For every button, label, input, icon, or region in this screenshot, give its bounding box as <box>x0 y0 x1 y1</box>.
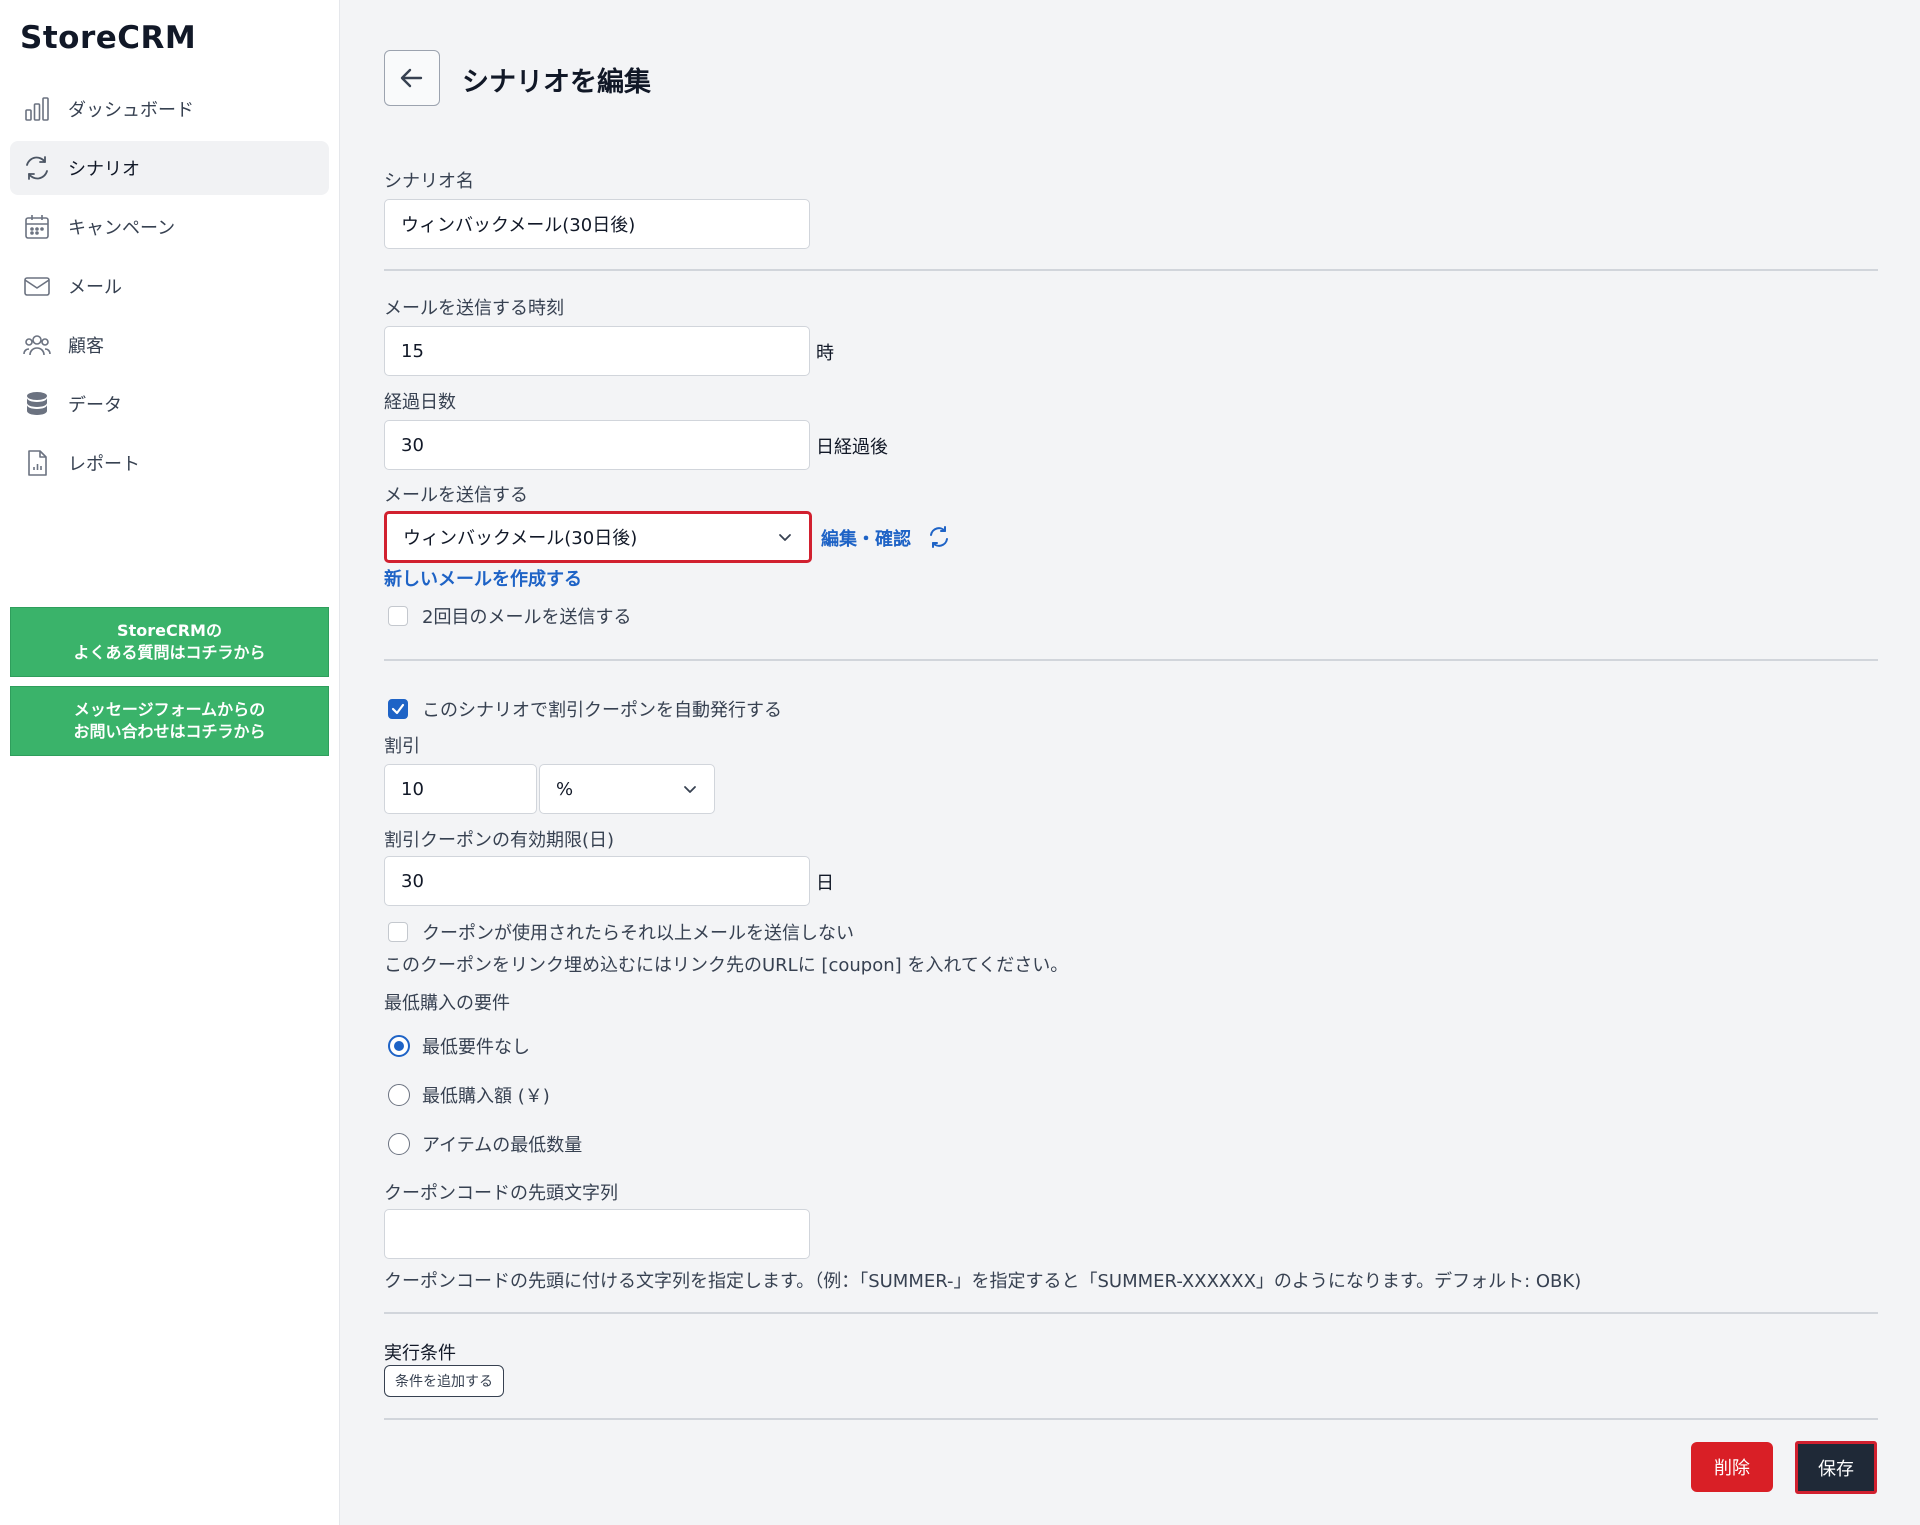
stop-if-used-row: クーポンが使用されたらそれ以上メールを送信しない <box>388 919 854 945</box>
sidebar-item-campaign[interactable]: キャンペーン <box>10 200 329 254</box>
sidebar-item-report[interactable]: レポート <box>10 436 329 490</box>
sidebar-item-scenario[interactable]: シナリオ <box>10 141 329 195</box>
prefix-help: クーポンコードの先頭に付ける文字列を指定します。（例：「SUMMER-」を指定す… <box>384 1271 1582 1292</box>
discount-unit-select[interactable]: % <box>539 764 715 814</box>
sidebar-item-label: 顧客 <box>68 336 104 357</box>
days-input[interactable]: 30 <box>384 420 810 470</box>
days-label: 経過日数 <box>384 392 456 413</box>
chevron-down-icon <box>779 534 791 541</box>
min-req-label: 最低購入の要件 <box>384 993 510 1014</box>
min-req-option-none: 最低要件なし <box>388 1033 530 1059</box>
check-icon <box>391 703 405 715</box>
database-icon <box>22 389 52 419</box>
min-req-quantity-radio[interactable] <box>388 1133 410 1155</box>
sidebar-item-label: レポート <box>68 454 140 475</box>
send-time-label: メールを送信する時刻 <box>384 298 564 319</box>
faq-line-1: StoreCRMの <box>117 621 222 640</box>
expiry-suffix: 日 <box>816 873 834 894</box>
refresh-icon <box>22 153 52 183</box>
send-time-suffix: 時 <box>816 343 834 364</box>
contact-form-button[interactable]: メッセージフォームからの お問い合わせはコチラから <box>10 686 329 756</box>
bar-chart-icon <box>22 94 52 124</box>
scenario-name-label: シナリオ名 <box>384 171 474 192</box>
section-divider <box>384 1312 1878 1314</box>
save-button[interactable]: 保存 <box>1795 1441 1877 1494</box>
discount-label: 割引 <box>384 736 420 757</box>
sidebar-item-data[interactable]: データ <box>10 377 329 431</box>
sidebar: StoreCRM ダッシュボード シナリオ キャンペーン メール 顧客 データ … <box>0 0 340 1525</box>
sidebar-item-dashboard[interactable]: ダッシュボード <box>10 82 329 136</box>
coupon-auto-row: このシナリオで割引クーポンを自動発行する <box>388 696 782 722</box>
expiry-input[interactable]: 30 <box>384 856 810 906</box>
section-divider <box>384 659 1878 661</box>
arrow-left-icon <box>400 68 423 88</box>
brand-logo[interactable]: StoreCRM <box>20 20 196 56</box>
second-email-label: 2回目のメールを送信する <box>422 607 632 628</box>
sidebar-item-customers[interactable]: 顧客 <box>10 318 329 372</box>
min-req-none-radio[interactable] <box>388 1035 410 1057</box>
sidebar-item-label: ダッシュボード <box>68 100 194 121</box>
section-divider <box>384 1418 1878 1420</box>
min-req-quantity-label: アイテムの最低数量 <box>422 1135 583 1156</box>
prefix-label: クーポンコードの先頭文字列 <box>384 1183 618 1204</box>
section-divider <box>384 269 1878 271</box>
report-icon <box>22 448 52 478</box>
calendar-icon <box>22 212 52 242</box>
sidebar-item-label: メール <box>68 277 122 298</box>
discount-unit-value: % <box>556 778 574 800</box>
sidebar-nav: ダッシュボード シナリオ キャンペーン メール 顧客 データ レポート <box>10 82 329 495</box>
discount-value-input[interactable]: 10 <box>384 764 537 814</box>
sidebar-item-label: データ <box>68 395 122 416</box>
second-email-checkbox[interactable] <box>388 606 408 626</box>
min-req-none-label: 最低要件なし <box>422 1037 530 1058</box>
delete-button[interactable]: 削除 <box>1691 1442 1773 1492</box>
coupon-auto-checkbox[interactable] <box>388 699 408 719</box>
prefix-input[interactable] <box>384 1209 810 1259</box>
refresh-icon[interactable] <box>927 525 951 549</box>
min-req-option-quantity: アイテムの最低数量 <box>388 1131 582 1157</box>
chevron-down-icon <box>684 786 696 793</box>
sidebar-item-mail[interactable]: メール <box>10 259 329 313</box>
second-email-row: 2回目のメールを送信する <box>388 603 631 629</box>
sidebar-item-label: シナリオ <box>68 159 140 180</box>
min-req-option-amount: 最低購入額 (￥) <box>388 1082 550 1108</box>
conditions-label: 実行条件 <box>384 1343 456 1364</box>
min-req-amount-radio[interactable] <box>388 1084 410 1106</box>
contact-line-1: メッセージフォームからの <box>73 700 266 719</box>
email-select[interactable]: ウィンバックメール(30日後) <box>384 511 812 563</box>
faq-button[interactable]: StoreCRMの よくある質問はコチラから <box>10 607 329 677</box>
coupon-link-help: このクーポンをリンク埋め込むにはリンク先のURLに [coupon] を入れてく… <box>384 955 1069 976</box>
stop-if-used-label: クーポンが使用されたらそれ以上メールを送信しない <box>422 923 854 944</box>
back-button[interactable] <box>384 50 440 106</box>
stop-if-used-checkbox[interactable] <box>388 922 408 942</box>
page-title: シナリオを編集 <box>462 67 651 98</box>
email-select-value: ウィンバックメール(30日後) <box>403 528 638 549</box>
scenario-name-input[interactable]: ウィンバックメール(30日後) <box>384 199 810 249</box>
add-condition-button[interactable]: 条件を追加する <box>384 1365 504 1397</box>
contact-line-2: お問い合わせはコチラから <box>73 722 266 741</box>
days-suffix: 日経過後 <box>816 437 888 458</box>
coupon-auto-label: このシナリオで割引クーポンを自動発行する <box>422 700 782 721</box>
edit-confirm-link[interactable]: 編集・確認 <box>821 525 911 551</box>
users-icon <box>22 330 52 360</box>
send-time-input[interactable]: 15 <box>384 326 810 376</box>
new-email-link[interactable]: 新しいメールを作成する <box>384 565 582 591</box>
main-content: シナリオを編集 シナリオ名 ウィンバックメール(30日後) メールを送信する時刻… <box>384 0 1878 1525</box>
min-req-amount-label: 最低購入額 (￥) <box>422 1086 550 1107</box>
email-select-label: メールを送信する <box>384 485 528 506</box>
sidebar-item-label: キャンペーン <box>68 218 176 239</box>
mail-icon <box>22 271 52 301</box>
expiry-label: 割引クーポンの有効期限(日) <box>384 830 615 851</box>
faq-line-2: よくある質問はコチラから <box>73 643 266 662</box>
